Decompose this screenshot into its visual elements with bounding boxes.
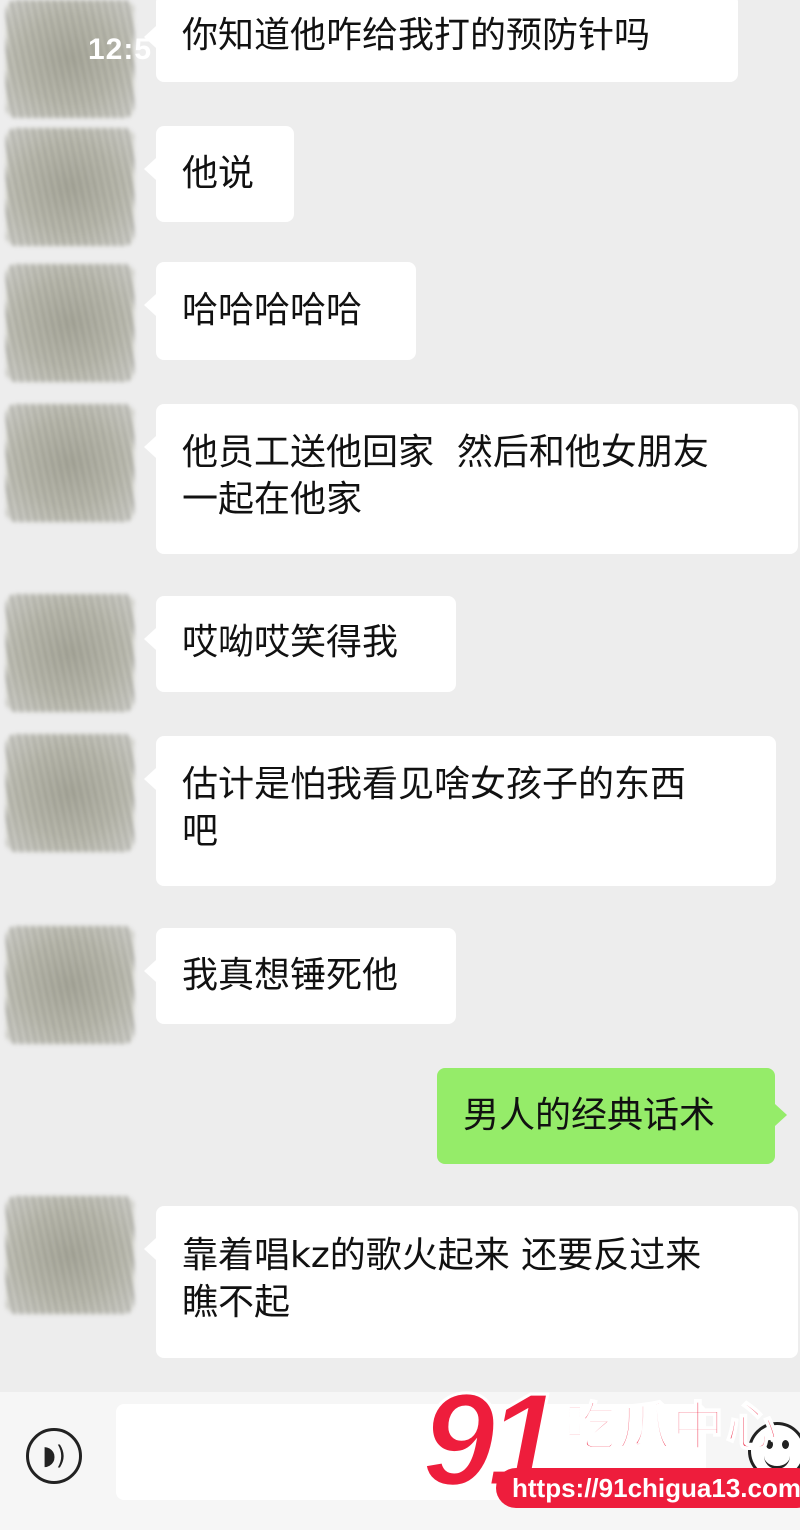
message-bubble-incoming[interactable]: 他说 xyxy=(144,126,294,222)
contact-avatar[interactable] xyxy=(6,404,134,522)
chat-window: 12:5 你知道他咋给我打的预防针吗 他说 哈哈哈哈哈 他员工送他回家 然后和他… xyxy=(0,0,800,1530)
message-text: 估计是怕我看见啥女孩子的东西 吧 xyxy=(182,764,687,852)
contact-avatar[interactable] xyxy=(6,734,134,852)
contact-avatar[interactable] xyxy=(6,594,134,712)
message-text: 靠着唱kz的歌火起来 还要反过来 瞧不起 xyxy=(182,1235,702,1323)
message-bubble-incoming[interactable]: 估计是怕我看见啥女孩子的东西 吧 xyxy=(144,736,776,886)
contact-avatar[interactable] xyxy=(6,926,134,1044)
contact-avatar[interactable] xyxy=(6,1196,134,1314)
contact-avatar[interactable] xyxy=(6,264,134,382)
watermark-logo: 91 吃瓜中心 https://91chigua13.com xyxy=(414,1368,800,1526)
contact-avatar[interactable] xyxy=(6,128,134,246)
watermark-name: 吃瓜中心 xyxy=(563,1397,781,1459)
message-bubble-incoming[interactable]: 靠着唱kz的歌火起来 还要反过来 瞧不起 xyxy=(144,1206,798,1358)
message-bubble-outgoing[interactable]: 男人的经典话术 xyxy=(437,1068,787,1164)
message-text: 哎呦哎笑得我 xyxy=(182,622,399,663)
message-bubble-incoming[interactable]: 我真想锤死他 xyxy=(144,928,456,1024)
status-bar-time: 12:5 xyxy=(88,33,153,66)
watermark-url: https://91chigua13.com xyxy=(496,1468,800,1508)
message-text: 我真想锤死他 xyxy=(182,955,399,996)
message-text: 哈哈哈哈哈 xyxy=(182,290,363,331)
message-bubble-incoming[interactable]: 哈哈哈哈哈 xyxy=(144,262,416,360)
message-text: 他员工送他回家 然后和他女朋友 一起在他家 xyxy=(182,432,709,520)
message-bubble-incoming[interactable]: 你知道他咋给我打的预防针吗 xyxy=(144,0,738,82)
message-text: 男人的经典话术 xyxy=(463,1095,716,1136)
message-text: 你知道他咋给我打的预防针吗 xyxy=(182,15,651,56)
message-bubble-incoming[interactable]: 哎呦哎笑得我 xyxy=(144,596,456,692)
voice-icon[interactable]: ◗) xyxy=(26,1428,82,1484)
message-bubble-incoming[interactable]: 他员工送他回家 然后和他女朋友 一起在他家 xyxy=(144,404,798,554)
message-text: 他说 xyxy=(182,153,255,194)
